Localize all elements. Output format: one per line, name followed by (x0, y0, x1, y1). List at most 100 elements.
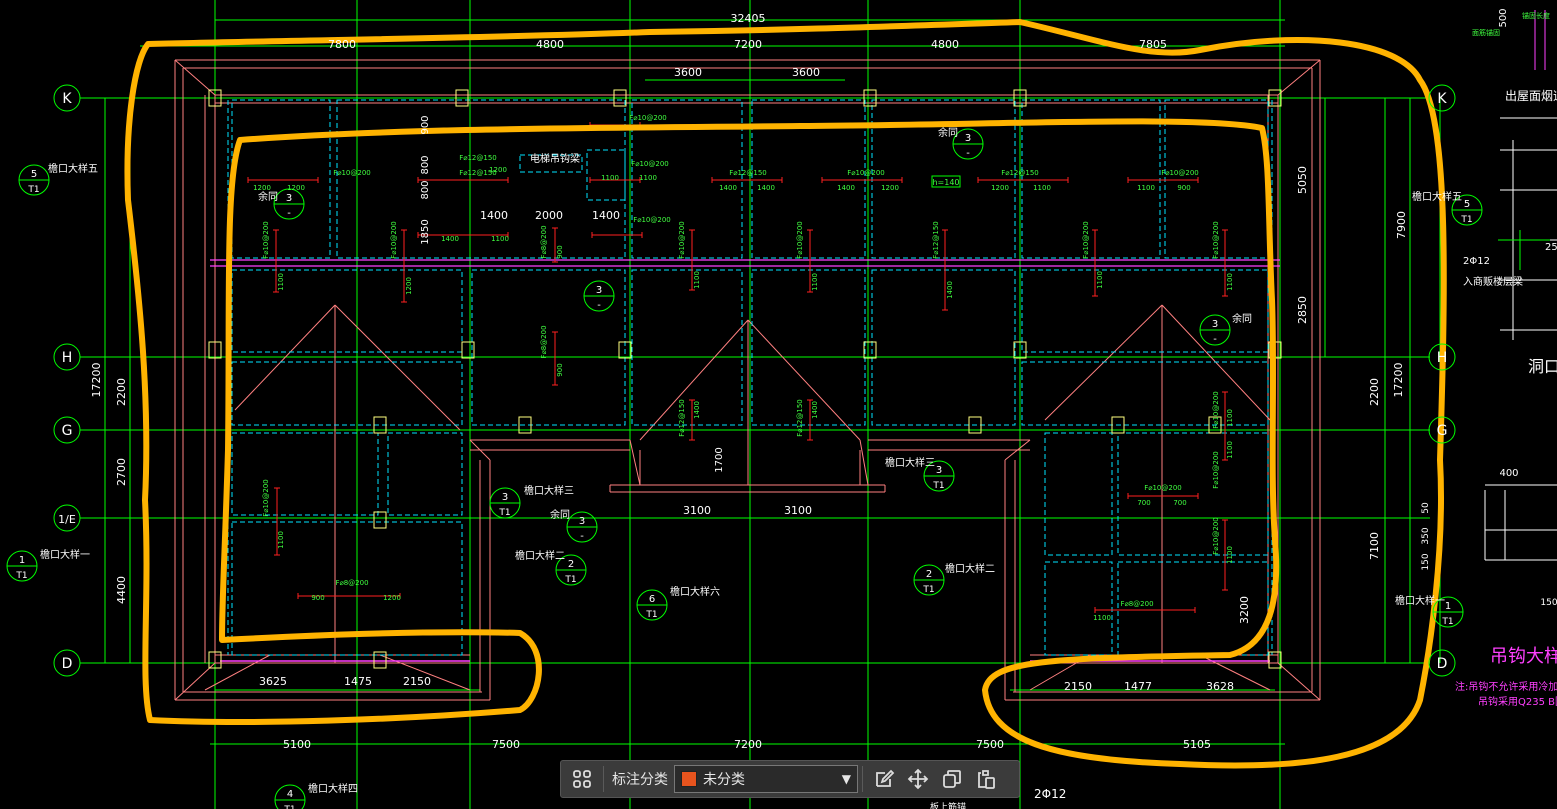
dim-center: 3100 (683, 504, 711, 517)
rebar-length: 1400 (719, 184, 737, 192)
rebar-length-v: 1100 (1226, 273, 1234, 291)
dim-right-top: 2850 (1296, 296, 1309, 324)
rebar-length-v: 1400 (811, 401, 819, 419)
yutong-sub: - (287, 208, 291, 219)
callout-number: 6 (649, 594, 655, 605)
callout-number: 5 (31, 169, 37, 180)
dim-top: 4800 (931, 38, 959, 51)
rebar-note: 2Φ12 (1463, 256, 1490, 267)
rebar-label-v: F⌀12@150 (796, 399, 804, 437)
dim-top-inner: 3600 (674, 66, 702, 79)
axis-label-left: H (62, 350, 73, 366)
rebar-label: F⌀10@200 (1144, 484, 1182, 492)
eave-label: 檐口大样三 (885, 456, 935, 469)
dim-bottom: 5100 (283, 738, 311, 751)
rebar-length: 1100 (1033, 184, 1051, 192)
eave-label: 檐口大样二 (945, 562, 995, 575)
yutong-sub: - (580, 531, 584, 542)
rebar-label: F⌀12@150 (1001, 169, 1039, 177)
dim-bottom: 7200 (734, 738, 762, 751)
rebar-label-v: F⌀10@200 (796, 221, 804, 259)
rebar-label-v: F⌀10@200 (1212, 451, 1220, 489)
rebar-length: 1100 (601, 174, 619, 182)
rebar-length-v: 1100 (1226, 546, 1234, 564)
rebar-label: F⌀10@200 (631, 160, 669, 168)
yutong-number: 3 (596, 285, 602, 296)
rebar-label: F⌀12@150 (729, 169, 767, 177)
rebar-length: 1200 (383, 594, 401, 602)
rebar-length: 1400 (441, 235, 459, 243)
dim-stair-v: 1850 (420, 219, 431, 244)
axis-label-right: K (1437, 91, 1447, 107)
axis-label-left: K (62, 91, 72, 107)
stair-label: 入商贩楼层梁 (1463, 275, 1523, 288)
dim-bottom-right: 1477 (1124, 680, 1152, 693)
paste-icon[interactable] (969, 764, 1003, 794)
rebar-length: 1200 (489, 166, 507, 174)
yutong-sub: - (1213, 334, 1217, 345)
move-icon[interactable] (901, 764, 935, 794)
dim-top: 7800 (328, 38, 356, 51)
rebar-note: 2Φ12 (1034, 787, 1066, 801)
callout-number: 1 (19, 555, 25, 566)
grid-view-icon[interactable] (565, 764, 599, 794)
rebar-label: F⌀12@150 (459, 154, 497, 162)
bottom-small: 板上筋锚 (930, 801, 966, 809)
rebar-length: 1400 (837, 184, 855, 192)
dim-left: 2200 (115, 378, 128, 406)
rebar-length-v: 900 (556, 363, 564, 376)
panel-dim: 500 (1498, 8, 1509, 27)
eave-label: 檐口大样一 (40, 548, 90, 561)
elevator-beam-label: 电梯吊钩梁 (530, 152, 580, 165)
rebar-label-v: F⌀10@200 (390, 221, 398, 259)
yutong-sub: - (966, 148, 970, 159)
dim-left: 17200 (90, 363, 103, 398)
rebar-length: 1400 (757, 184, 775, 192)
dim-left: 4400 (115, 576, 128, 604)
rebar-length: 900 (311, 594, 324, 602)
rebar-length-v: 1100 (693, 271, 701, 289)
dim-bottom-left: 2150 (403, 675, 431, 688)
rebar-label: F⌀10@200 (1161, 169, 1199, 177)
annotation-category-label: 标注分类 (612, 772, 668, 788)
dim-center-v: 1700 (714, 447, 725, 472)
callout-sheet: T1 (922, 585, 934, 595)
eave-label: 檐口大样四 (308, 782, 358, 795)
axis-label-left: D (62, 656, 73, 672)
yutong-label: 余同 (550, 508, 570, 521)
edit-icon[interactable] (867, 764, 901, 794)
rebar-label-v: F⌀10@200 (1212, 221, 1220, 259)
axis-label-right: G (1437, 423, 1448, 439)
callout-sheet: T1 (27, 185, 39, 195)
rebar-length-v: 1200 (405, 277, 413, 295)
dim-top: 7805 (1139, 38, 1167, 51)
eave-label: 檐口大样五 (48, 162, 98, 175)
copy-icon[interactable] (935, 764, 969, 794)
rebar-label: F⌀8@200 (1120, 600, 1153, 608)
rebar-label: F⌀10@200 (333, 169, 371, 177)
dim-bottom: 5105 (1183, 738, 1211, 751)
dim-right: 2200 (1368, 378, 1381, 406)
rebar-label: F⌀8@200 (335, 579, 368, 587)
axis-label-right: D (1437, 656, 1448, 672)
dim-center: 3100 (784, 504, 812, 517)
panel-dim: 150 (1540, 598, 1557, 608)
dim-stair-v: 800 (420, 155, 431, 174)
dim-bottom-right: 3628 (1206, 680, 1234, 693)
rebar-label: F⌀10@200 (633, 216, 671, 224)
category-color-swatch (681, 771, 697, 787)
rebar-length-v: 1100 (1226, 441, 1234, 459)
panel-dim: 350 (1421, 527, 1431, 544)
rebar-label-v: F⌀10@200 (1082, 221, 1090, 259)
eave-label: 檐口大样三 (524, 484, 574, 497)
rebar-length: 700 (1137, 499, 1150, 507)
callout-sheet: T1 (1460, 215, 1472, 225)
dim-top: 7200 (734, 38, 762, 51)
rebar-label-v: F⌀10@200 (1212, 517, 1220, 555)
dim-stair-v: 800 (420, 180, 431, 199)
callout-number: 1 (1445, 601, 1451, 612)
cad-drawing-canvas[interactable]: 324057800 4800 7200 4800 78053600 36005100 750… (0, 0, 1557, 809)
rebar-length-v: 1100 (277, 531, 285, 549)
dim-bottom-right: 2150 (1064, 680, 1092, 693)
annotation-category-select[interactable]: 未分类 ▼ (674, 765, 858, 793)
